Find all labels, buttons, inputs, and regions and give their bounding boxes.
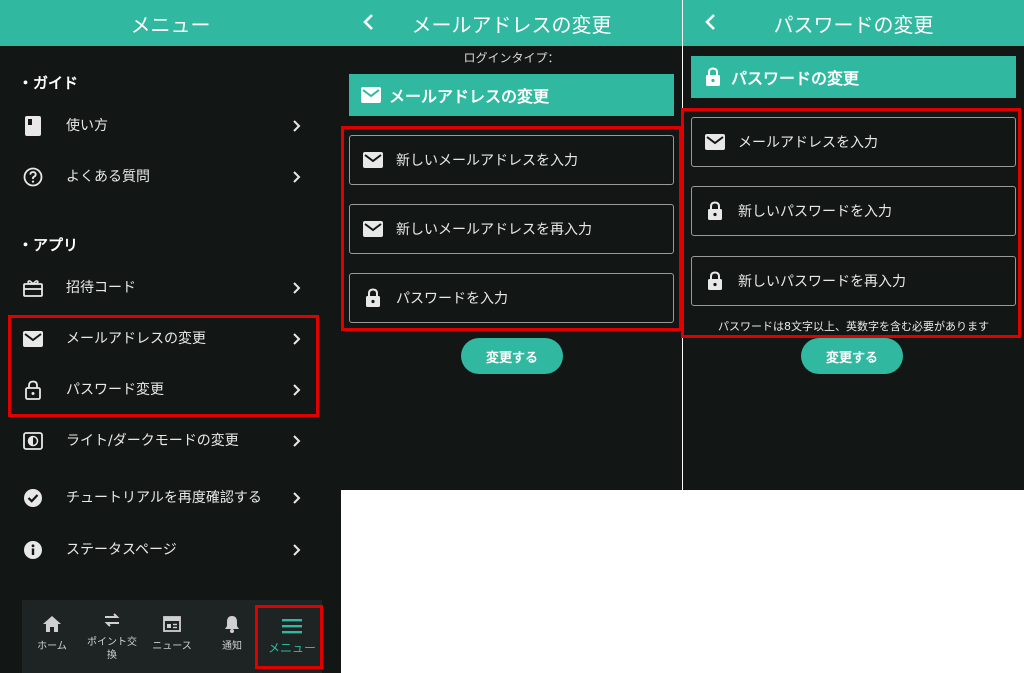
header-title: メールアドレスの変更 (411, 12, 612, 37)
password-input[interactable]: パスワードを入力 (349, 273, 674, 323)
nav-item-menu[interactable]: メニュー (262, 600, 322, 673)
book-icon (22, 115, 44, 137)
field-placeholder: 新しいパスワードを再入力 (738, 274, 906, 290)
submit-button[interactable]: 変更する (461, 338, 563, 374)
menu-item-label: パスワード変更 (66, 382, 164, 398)
nav-item-label: ホーム (37, 641, 67, 652)
mail-icon (362, 218, 384, 240)
email-input[interactable]: メールアドレスを入力 (691, 117, 1016, 167)
chevron-right-icon (290, 543, 304, 557)
menu-item-label: ステータスページ (66, 542, 177, 558)
menu-item-invite-code[interactable]: 招待コード (22, 268, 312, 308)
password-requirement-hint: パスワードは8文字以上、英数字を含む必要があります (718, 320, 989, 333)
menu-item-label: メールアドレスの変更 (66, 331, 206, 347)
chevron-left-icon (705, 14, 715, 30)
password-change-screen: パスワードの変更 パスワードの変更 メールアドレスを入力 新しいパスワードを入力… (681, 0, 1024, 490)
field-placeholder: パスワードを入力 (396, 291, 508, 307)
header-title: パスワードの変更 (773, 12, 934, 37)
hamburger-icon (282, 616, 302, 636)
menu-item-label: ライト/ダークモードの変更 (66, 433, 239, 449)
email-change-header: メールアドレスの変更 (341, 0, 682, 46)
section-title: メールアドレスの変更 (389, 87, 550, 106)
menu-item-email-change[interactable]: メールアドレスの変更 (22, 319, 312, 359)
nav-item-point-exchange[interactable]: ポイント交換 (82, 600, 142, 673)
menu-item-label: よくある質問 (66, 169, 150, 185)
nav-item-label: ニュース (152, 641, 192, 652)
news-icon (162, 614, 182, 634)
menu-item-label: チュートリアルを再度確認する (66, 490, 262, 506)
section-bar-password-change: パスワードの変更 (691, 56, 1016, 98)
back-button[interactable] (697, 8, 723, 36)
mail-icon (704, 131, 726, 153)
field-placeholder: 新しいメールアドレスを入力 (396, 153, 578, 169)
nav-item-label: 通知 (222, 641, 242, 652)
contrast-icon (22, 430, 44, 452)
chevron-right-icon (290, 281, 304, 295)
menu-item-theme-change[interactable]: ライト/ダークモードの変更 (22, 421, 312, 461)
home-icon (42, 614, 62, 634)
menu-item-how-to-use[interactable]: 使い方 (22, 106, 312, 146)
field-placeholder: 新しいメールアドレスを再入力 (396, 222, 592, 238)
lock-icon (704, 200, 726, 222)
mail-icon (22, 328, 44, 350)
bell-icon (222, 614, 242, 634)
question-circle-icon (22, 166, 44, 188)
chevron-right-icon (290, 332, 304, 346)
password-change-header: パスワードの変更 (683, 0, 1024, 46)
section-bar-email-change: メールアドレスの変更 (349, 74, 674, 116)
menu-item-label: 招待コード (66, 280, 136, 296)
login-type-label: ログインタイプ： (463, 51, 560, 65)
new-password-input[interactable]: 新しいパスワードを入力 (691, 186, 1016, 236)
field-placeholder: メールアドレスを入力 (738, 135, 878, 151)
gift-icon (22, 277, 44, 299)
section-title-guide: ・ガイド (18, 74, 79, 92)
mail-icon (362, 149, 384, 171)
new-email-input[interactable]: 新しいメールアドレスを入力 (349, 135, 674, 185)
back-button[interactable] (355, 8, 381, 36)
mail-icon (361, 85, 381, 105)
exchange-icon (102, 610, 122, 630)
nav-item-notifications[interactable]: 通知 (202, 600, 262, 673)
confirm-email-input[interactable]: 新しいメールアドレスを再入力 (349, 204, 674, 254)
chevron-right-icon (290, 383, 304, 397)
lock-icon (704, 270, 726, 292)
menu-item-faq[interactable]: よくある質問 (22, 157, 312, 197)
nav-item-news[interactable]: ニュース (142, 600, 202, 673)
field-placeholder: 新しいパスワードを入力 (738, 204, 892, 220)
chevron-right-icon (290, 119, 304, 133)
email-change-screen: メールアドレスの変更 ログインタイプ： メールアドレスの変更 新しいメールアドレ… (341, 0, 682, 490)
menu-item-tutorial[interactable]: チュートリアルを再度確認する (22, 474, 312, 522)
nav-item-label: メニュー (267, 641, 316, 655)
menu-item-label: 使い方 (66, 118, 108, 134)
check-circle-icon (22, 487, 44, 509)
section-title-app: ・アプリ (18, 236, 79, 254)
menu-screen: メニュー ・ガイド 使い方 よくある質問 ・アプリ 招待コード メールアドレスの… (0, 0, 341, 673)
header-title: メニュー (130, 12, 211, 37)
menu-header: メニュー (0, 0, 341, 46)
chevron-right-icon (290, 170, 304, 184)
submit-button[interactable]: 変更する (801, 338, 903, 374)
section-title: パスワードの変更 (731, 69, 860, 88)
lock-icon (362, 287, 384, 309)
lock-icon (22, 379, 44, 401)
menu-item-status-page[interactable]: ステータスページ (22, 530, 312, 570)
nav-item-label: ポイント交換 (87, 637, 137, 661)
info-circle-icon (22, 539, 44, 561)
chevron-left-icon (363, 14, 373, 30)
bottom-navigation: ホーム ポイント交換 ニュース 通知 メニュー (22, 600, 322, 673)
confirm-password-input[interactable]: 新しいパスワードを再入力 (691, 256, 1016, 306)
nav-item-home[interactable]: ホーム (22, 600, 82, 673)
lock-icon (703, 67, 723, 87)
menu-item-password-change[interactable]: パスワード変更 (22, 370, 312, 410)
chevron-right-icon (290, 434, 304, 448)
chevron-right-icon (290, 491, 304, 505)
